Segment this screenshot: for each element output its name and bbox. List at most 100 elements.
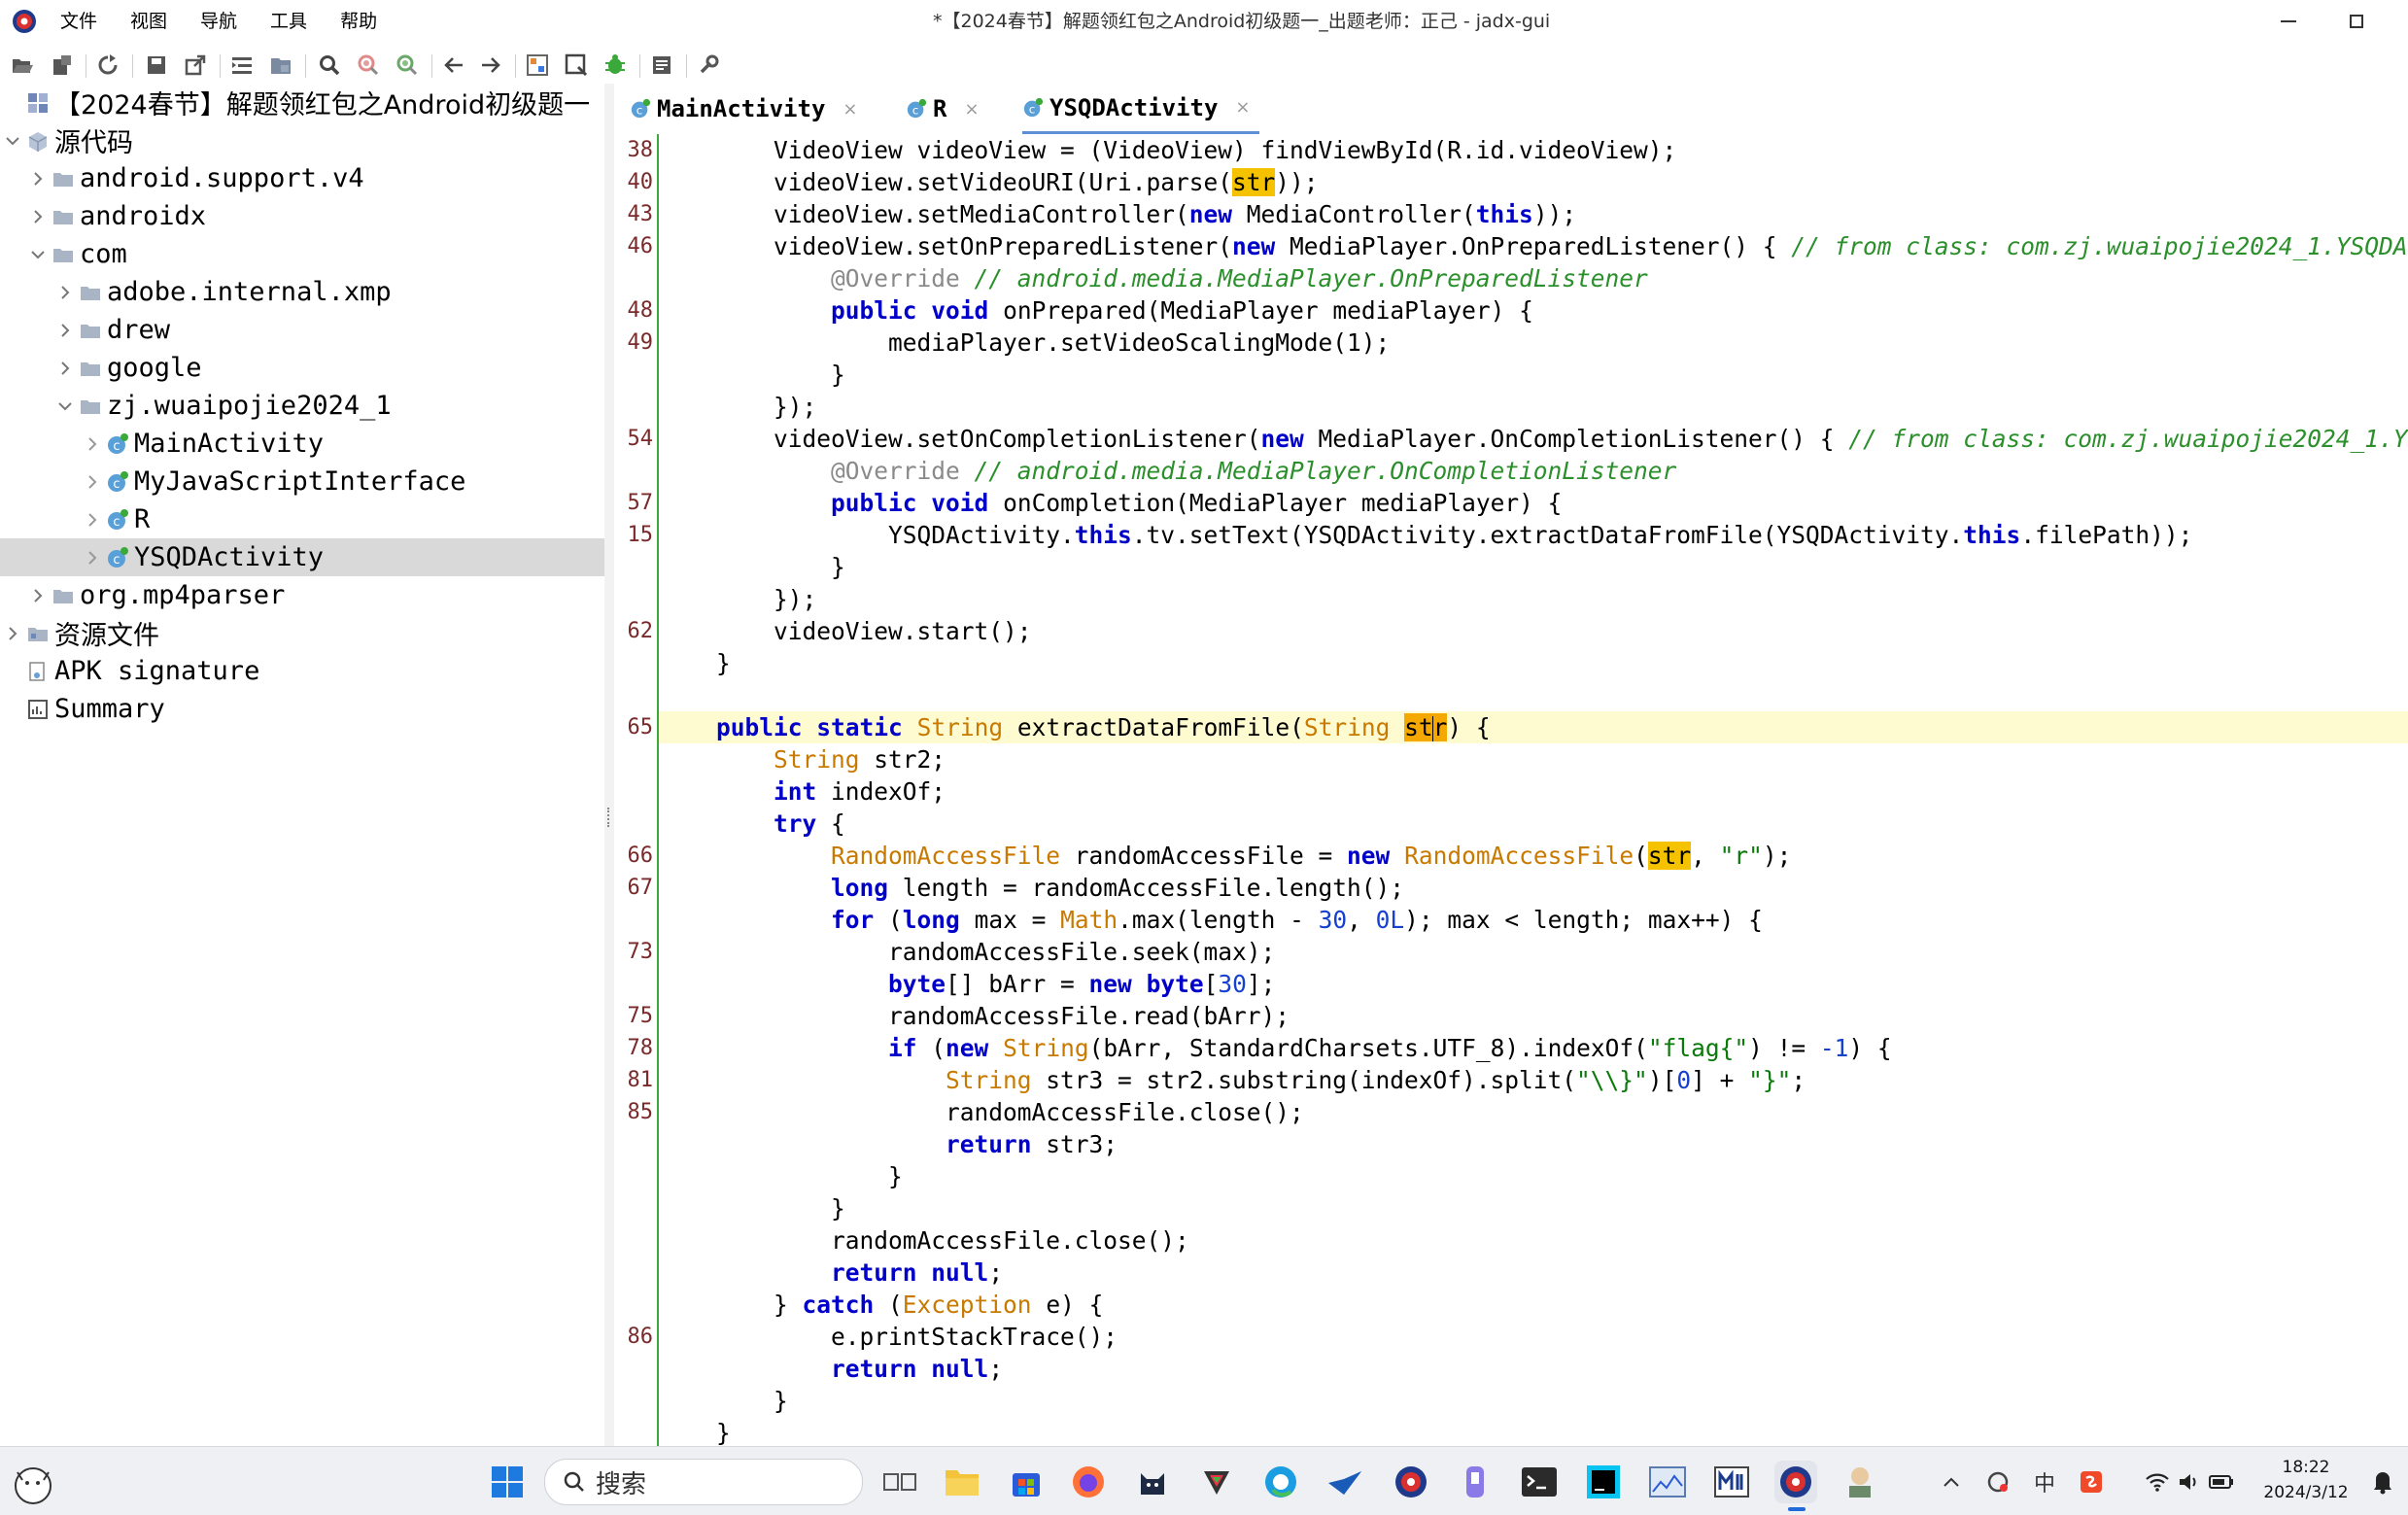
tree-item-package[interactable]: drew [0, 311, 604, 349]
log-viewer-button[interactable] [647, 51, 676, 80]
taskbar-search[interactable]: 搜索 [544, 1459, 863, 1505]
code-editor[interactable]: 38 40 43 46 48 49 54 57 15 62 65 66 67 7… [614, 134, 2408, 1446]
tree-item-class[interactable]: c R [0, 500, 604, 538]
tree-item-resources[interactable]: 资源文件 [0, 614, 604, 652]
tab-r[interactable]: c R × [906, 84, 980, 134]
export-button[interactable] [181, 51, 210, 80]
close-icon[interactable]: × [843, 99, 857, 120]
notification-button[interactable] [2361, 1461, 2404, 1503]
tab-mainactivity[interactable]: c MainActivity × [630, 84, 857, 134]
chevron-right-icon[interactable] [52, 280, 78, 305]
menu-help[interactable]: 帮助 [340, 0, 377, 43]
close-icon[interactable]: × [964, 99, 979, 120]
taskbar-app-avatar[interactable] [1839, 1461, 1881, 1503]
debug-button[interactable] [601, 51, 630, 80]
chevron-right-icon[interactable] [52, 356, 78, 381]
chevron-right-icon[interactable] [25, 583, 51, 608]
tree-item-package[interactable]: adobe.internal.xmp [0, 273, 604, 311]
menu-file[interactable]: 文件 [60, 0, 97, 43]
taskbar-app-bird[interactable] [1324, 1461, 1366, 1503]
taskbar-webstorm[interactable] [1582, 1461, 1625, 1503]
tray-sogou[interactable] [2070, 1461, 2113, 1503]
taskbar-markdown[interactable] [1710, 1461, 1753, 1503]
menu-tools[interactable]: 工具 [270, 0, 307, 43]
open-file-button[interactable] [8, 51, 37, 80]
tree-item-class[interactable]: c MyJavaScriptInterface [0, 463, 604, 500]
tree-item-label: adobe.internal.xmp [107, 277, 392, 307]
tree-item-label: org.mp4parser [80, 580, 286, 610]
menu-view[interactable]: 视图 [130, 0, 167, 43]
chevron-right-icon[interactable] [80, 545, 105, 570]
taskbar-jadx[interactable] [1390, 1461, 1432, 1503]
chevron-right-icon[interactable] [0, 621, 25, 646]
minimize-button[interactable] [2254, 0, 2322, 43]
deobfuscation-button[interactable] [523, 51, 552, 80]
cat-app-icon [1141, 1473, 1164, 1495]
chevron-down-icon[interactable] [25, 242, 51, 267]
chevron-down-icon[interactable] [0, 128, 25, 154]
code-line-current: public static String extractDataFromFile… [659, 711, 2408, 743]
reload-button[interactable] [93, 51, 122, 80]
tray-ime[interactable]: 中 [2023, 1461, 2066, 1503]
menu-navigation[interactable]: 导航 [200, 0, 237, 43]
taskbar-firefox[interactable] [1067, 1461, 1110, 1503]
tree-item-class-selected[interactable]: c YSQDActivity [0, 538, 604, 576]
preferences-button[interactable] [694, 51, 723, 80]
chevron-right-icon[interactable] [80, 469, 105, 495]
tray-sync[interactable] [1977, 1461, 2019, 1503]
line-number: 73 [627, 940, 654, 964]
save-button[interactable] [142, 51, 171, 80]
taskbar-app-vpn[interactable] [1195, 1461, 1238, 1503]
tree-item-package[interactable]: com [0, 235, 604, 273]
code-text-area[interactable]: VideoView videoView = (VideoView) findVi… [659, 134, 2408, 1446]
taskbar-jadx-active[interactable] [1774, 1461, 1817, 1511]
taskbar-monitor[interactable] [1646, 1461, 1689, 1503]
decompile-all-button[interactable] [266, 51, 295, 80]
chevron-right-icon[interactable] [25, 204, 51, 229]
back-button[interactable] [439, 51, 468, 80]
tree-item-label: com [80, 239, 127, 269]
taskbar-app-pen[interactable] [1454, 1461, 1496, 1503]
tree-item-package[interactable]: zj.wuaipojie2024_1 [0, 387, 604, 425]
taskbar-file-explorer[interactable] [941, 1461, 983, 1503]
chevron-down-icon[interactable] [52, 394, 78, 419]
tree-item-source-code[interactable]: 源代码 [0, 121, 604, 159]
chevron-right-icon[interactable] [25, 166, 51, 191]
tray-status-group[interactable] [2136, 1461, 2243, 1503]
jadx-app-icon [1395, 1466, 1427, 1498]
taskbar-store[interactable] [1005, 1461, 1048, 1503]
text-search-button[interactable] [315, 51, 344, 80]
maximize-button[interactable] [2322, 0, 2391, 43]
quick-tab-button[interactable] [562, 51, 591, 80]
forward-button[interactable] [476, 51, 505, 80]
class-search-button[interactable] [354, 51, 383, 80]
tree-root[interactable]: 【2024春节】解题领红包之Android初级题一 [0, 84, 604, 121]
tree-item-apk-signature[interactable]: APK signature [0, 652, 604, 690]
tree-item-summary[interactable]: Summary [0, 690, 604, 728]
chevron-right-icon[interactable] [80, 431, 105, 457]
chevron-right-icon[interactable] [80, 507, 105, 533]
tree-item-class[interactable]: c MainActivity [0, 425, 604, 463]
desktop-widget[interactable] [2, 1461, 70, 1504]
tree-item-package[interactable]: google [0, 349, 604, 387]
chevron-right-icon[interactable] [52, 318, 78, 343]
taskbar-task-view[interactable] [878, 1461, 921, 1503]
svg-text:c: c [113, 553, 120, 568]
start-button[interactable] [486, 1461, 529, 1503]
taskbar-terminal[interactable] [1518, 1461, 1561, 1503]
tree-item-package[interactable]: androidx [0, 197, 604, 235]
system-clock[interactable]: 18:22 2024/3/12 [2253, 1455, 2359, 1505]
usage-search-button[interactable] [393, 51, 422, 80]
tree-item-package[interactable]: android.support.v4 [0, 159, 604, 197]
splitter-grip-icon [607, 808, 612, 827]
taskbar-app-cat[interactable] [1131, 1461, 1174, 1503]
code-line: videoView.setMediaController(new MediaCo… [659, 200, 1577, 228]
tray-overflow-button[interactable] [1930, 1461, 1973, 1503]
taskbar-edge[interactable] [1259, 1461, 1302, 1503]
tree-item-package[interactable]: org.mp4parser [0, 576, 604, 614]
tab-ysqdactivity[interactable]: c YSQDActivity × [1022, 84, 1260, 134]
close-icon[interactable]: × [1235, 97, 1250, 118]
add-files-button[interactable] [47, 51, 76, 80]
deobfuscation-icon [527, 54, 548, 76]
sync-tree-button[interactable] [227, 51, 257, 80]
